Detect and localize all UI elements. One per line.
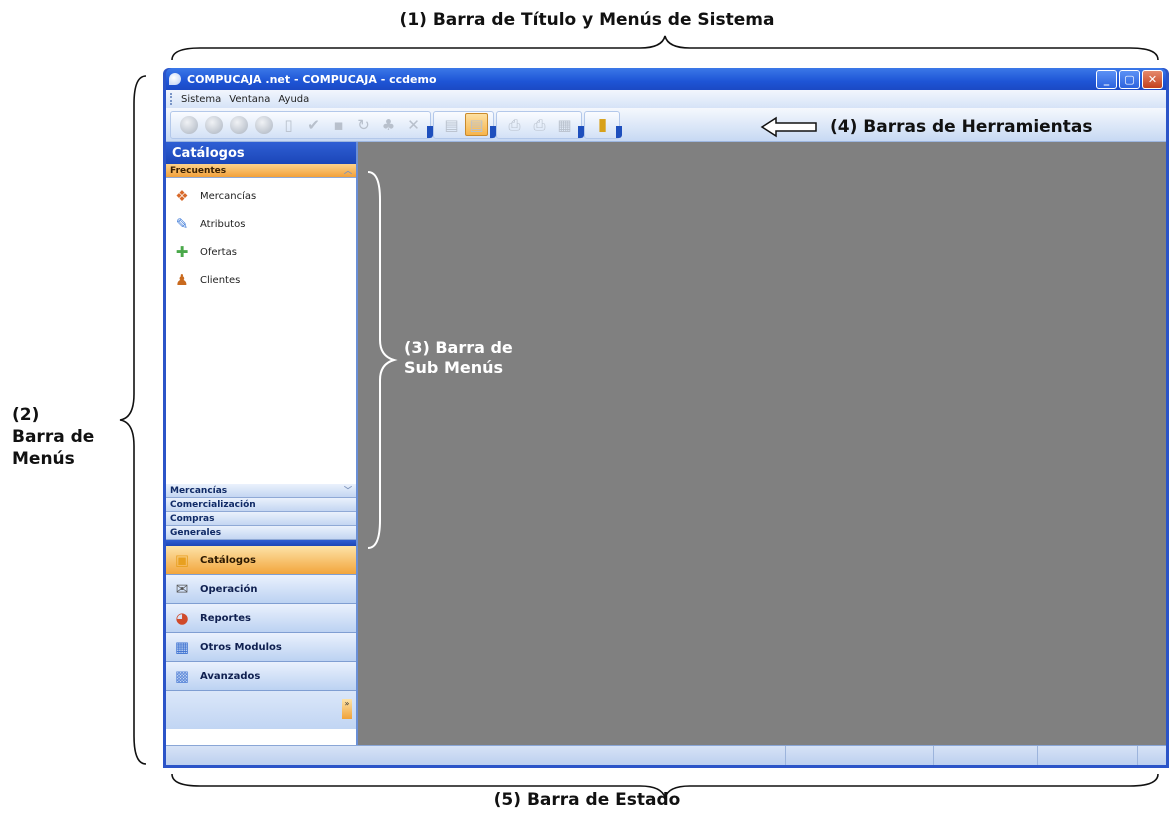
arrow-toolbar bbox=[760, 116, 817, 138]
window-title: COMPUCAJA .net - COMPUCAJA - ccdemo bbox=[187, 72, 437, 86]
menu-ayuda[interactable]: Ayuda bbox=[274, 94, 313, 105]
refresh-icon[interactable]: ↻ bbox=[352, 113, 375, 136]
group-label: Mercancías bbox=[170, 485, 228, 496]
advanced-icon: ▩ bbox=[174, 667, 190, 685]
group-comercializacion[interactable]: Comercialización bbox=[166, 498, 356, 512]
save-icon[interactable]: ▪ bbox=[327, 113, 350, 136]
window-client: Sistema Ventana Ayuda ▯ ✔ ▪ ↻ ♣ ✕ ▤ ▤ ⎙ … bbox=[166, 90, 1166, 765]
merchandise-icon: ❖ bbox=[175, 187, 189, 205]
status-panel-1 bbox=[166, 746, 786, 765]
catalogs-icon: ▣ bbox=[174, 551, 190, 569]
annotation-submenu: (3) Barra de Sub Menús bbox=[404, 338, 554, 378]
previous-record-icon[interactable] bbox=[202, 113, 225, 136]
delete-icon[interactable]: ✕ bbox=[402, 113, 425, 136]
submenu-item-ofertas[interactable]: ✚ Ofertas bbox=[166, 238, 356, 266]
scroll-down-icon[interactable]: ﹀ bbox=[342, 485, 354, 497]
nav-button-otros-modulos[interactable]: ▦ Otros Modulos bbox=[166, 633, 356, 662]
scroll-up-icon[interactable]: ︿ bbox=[342, 165, 354, 177]
offers-icon: ✚ bbox=[175, 243, 189, 261]
approve-icon[interactable]: ✔ bbox=[302, 113, 325, 136]
nav-button-reportes[interactable]: ◕ Reportes bbox=[166, 604, 356, 633]
menu-ventana[interactable]: Ventana bbox=[225, 94, 274, 105]
status-panel-4 bbox=[1038, 746, 1138, 765]
document-icon[interactable]: ▤ bbox=[440, 113, 463, 136]
toolbar-reports: ⎙ ⎙ ▦ bbox=[496, 110, 584, 139]
title-bar[interactable]: COMPUCAJA .net - COMPUCAJA - ccdemo _ ▢ … bbox=[166, 68, 1166, 90]
nav-button-label: Catálogos bbox=[200, 554, 256, 566]
nav-button-avanzados[interactable]: ▩ Avanzados bbox=[166, 662, 356, 691]
other-modules-icon: ▦ bbox=[174, 638, 190, 656]
group-generales[interactable]: Generales bbox=[166, 526, 356, 540]
print-preview-icon[interactable]: ⎙ bbox=[528, 113, 551, 136]
nav-overflow-chevron-icon[interactable]: » bbox=[342, 699, 352, 719]
minimize-button[interactable]: _ bbox=[1096, 69, 1117, 89]
export-icon[interactable]: ▦ bbox=[553, 113, 576, 136]
status-panel-3 bbox=[934, 746, 1038, 765]
group-frecuentes[interactable]: Frecuentes ︿ bbox=[166, 164, 356, 178]
toolbar-exit: ▮ bbox=[584, 110, 622, 139]
status-bar bbox=[166, 745, 1166, 765]
nav-button-operacion[interactable]: ✉ Operación bbox=[166, 575, 356, 604]
annotation-menu-bar-line3: Menús bbox=[12, 449, 75, 469]
new-record-icon[interactable]: ▯ bbox=[277, 113, 300, 136]
mdi-workspace bbox=[358, 142, 1166, 745]
menu-sidebar: Catálogos Frecuentes ︿ ❖ Mercancías ✎ At… bbox=[166, 142, 358, 745]
nav-button-label: Avanzados bbox=[200, 670, 261, 682]
print-icon[interactable]: ⎙ bbox=[503, 113, 526, 136]
reports-icon: ◕ bbox=[175, 609, 189, 627]
main-area: Catálogos Frecuentes ︿ ❖ Mercancías ✎ At… bbox=[166, 142, 1166, 745]
clients-icon: ♟ bbox=[175, 271, 189, 289]
sidebar-footer: » bbox=[166, 691, 356, 729]
submenu-item-clientes[interactable]: ♟ Clientes bbox=[166, 266, 356, 294]
annotation-menu-bar: (2) Barra de Menús bbox=[12, 404, 122, 470]
submenu-item-mercancias[interactable]: ❖ Mercancías bbox=[166, 182, 356, 210]
exit-door-icon[interactable]: ▮ bbox=[591, 113, 614, 136]
brace-submenu bbox=[367, 171, 398, 549]
menu-bar: Sistema Ventana Ayuda bbox=[166, 90, 1166, 108]
submenu-item-atributos[interactable]: ✎ Atributos bbox=[166, 210, 356, 238]
group-mercancias[interactable]: Mercancías ﹀ bbox=[166, 484, 356, 498]
annotation-menu-bar-line2: Barra de bbox=[12, 427, 95, 447]
submenu-item-label: Clientes bbox=[200, 274, 241, 286]
group-frecuentes-label: Frecuentes bbox=[170, 165, 227, 176]
nav-button-catalogos[interactable]: ▣ Catálogos bbox=[166, 546, 356, 575]
group-compras[interactable]: Compras bbox=[166, 512, 356, 526]
group-label: Comercialización bbox=[170, 499, 256, 510]
active-document-icon[interactable]: ▤ bbox=[465, 113, 488, 136]
submenu-items: ❖ Mercancías ✎ Atributos ✚ Ofertas ♟ Cli… bbox=[166, 178, 356, 484]
close-button[interactable]: ✕ bbox=[1142, 69, 1163, 89]
annotation-menu-bar-line1: (2) bbox=[12, 405, 40, 425]
toolbar-documents: ▤ ▤ bbox=[433, 110, 496, 139]
maximize-button[interactable]: ▢ bbox=[1119, 69, 1140, 89]
nav-button-label: Otros Modulos bbox=[200, 641, 282, 653]
attributes-icon: ✎ bbox=[175, 215, 189, 233]
group-label: Compras bbox=[170, 513, 215, 524]
submenu-item-label: Mercancías bbox=[200, 190, 257, 202]
app-window: COMPUCAJA .net - COMPUCAJA - ccdemo _ ▢ … bbox=[163, 68, 1169, 768]
submenu-item-label: Atributos bbox=[200, 218, 246, 230]
annotation-status-bar: (5) Barra de Estado bbox=[493, 790, 681, 810]
brace-top bbox=[171, 35, 1159, 61]
nav-button-label: Reportes bbox=[200, 612, 251, 624]
menubar-grip-icon[interactable] bbox=[170, 93, 173, 105]
group-label: Generales bbox=[170, 527, 222, 538]
stamp-icon[interactable]: ♣ bbox=[377, 113, 400, 136]
app-icon bbox=[169, 73, 181, 85]
last-record-icon[interactable] bbox=[252, 113, 275, 136]
annotation-title-system: (1) Barra de Título y Menús de Sistema bbox=[399, 10, 775, 30]
nav-button-label: Operación bbox=[200, 583, 258, 595]
sidebar-header: Catálogos bbox=[166, 142, 356, 164]
annotation-submenu-line2: Sub Menús bbox=[404, 358, 504, 377]
toolbar-navigation: ▯ ✔ ▪ ↻ ♣ ✕ bbox=[170, 110, 433, 139]
annotation-submenu-line1: (3) Barra de bbox=[404, 338, 513, 357]
status-panel-2 bbox=[786, 746, 934, 765]
annotation-toolbars: (4) Barras de Herramientas bbox=[830, 117, 1093, 137]
collapsed-groups: Mercancías ﹀ Comercialización Compras Ge… bbox=[166, 484, 356, 540]
first-record-icon[interactable] bbox=[177, 113, 200, 136]
next-record-icon[interactable] bbox=[227, 113, 250, 136]
operation-icon: ✉ bbox=[175, 580, 189, 598]
submenu-item-label: Ofertas bbox=[200, 246, 237, 258]
menu-sistema[interactable]: Sistema bbox=[177, 94, 225, 105]
